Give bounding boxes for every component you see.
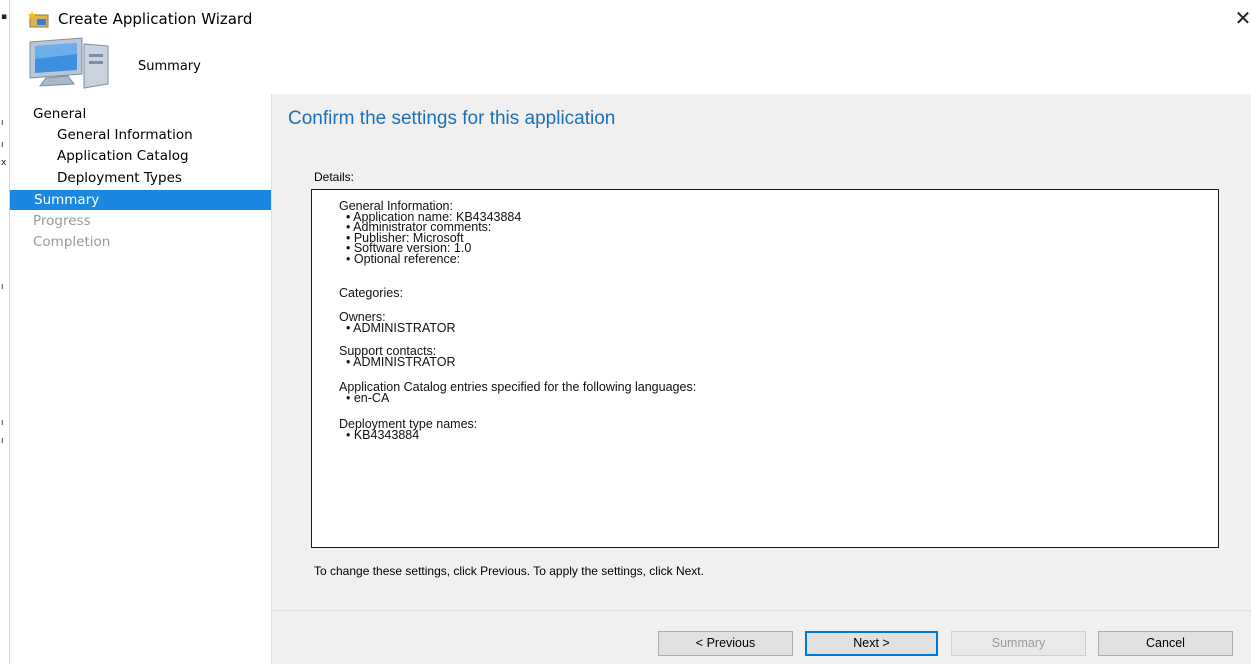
title-bar[interactable]: Create Application Wizard ✕ xyxy=(10,0,1251,36)
banner-title: Summary xyxy=(138,59,201,74)
nav-item-deployment-types[interactable]: Deployment Types xyxy=(57,168,182,188)
deployment-types-section: Deployment type names: • KB4343884 xyxy=(339,418,477,442)
section-header: Application Catalog entries specified fo… xyxy=(339,380,697,394)
computer-icon xyxy=(24,34,116,97)
detail-line: • KB4343884 xyxy=(346,427,420,442)
wizard-content: Confirm the settings for this applicatio… xyxy=(272,94,1251,664)
categories-section: Categories: xyxy=(339,286,403,300)
detail-line: • Optional reference: xyxy=(346,251,461,266)
page-heading: Confirm the settings for this applicatio… xyxy=(288,108,616,129)
nav-item-general[interactable]: General xyxy=(33,104,86,124)
divider xyxy=(272,610,1251,611)
detail-line: • en-CA xyxy=(346,390,390,405)
close-button[interactable]: ✕ xyxy=(1232,6,1251,30)
detail-line: • ADMINISTRATOR xyxy=(346,320,456,335)
window-title: Create Application Wizard xyxy=(58,10,253,28)
nav-item-progress: Progress xyxy=(33,213,91,229)
section-header: Categories: xyxy=(339,286,403,300)
detail-line: • ADMINISTRATOR xyxy=(346,354,456,369)
edge-glyph: ı xyxy=(1,282,4,292)
wizard-banner: Summary xyxy=(10,36,1251,94)
general-information-section: General Information: • Application name:… xyxy=(339,200,521,266)
edge-glyph: ▪ xyxy=(1,12,8,22)
wizard-app-icon xyxy=(28,10,50,33)
nav-item-completion: Completion xyxy=(33,234,111,250)
wizard-step-nav: General General Information Application … xyxy=(10,94,272,664)
catalog-languages-section: Application Catalog entries specified fo… xyxy=(339,380,697,405)
support-contacts-section: Support contacts: • ADMINISTRATOR xyxy=(339,345,456,369)
edge-glyph: x xyxy=(1,158,7,168)
nav-item-general-information[interactable]: General Information xyxy=(57,125,193,145)
details-textbox[interactable]: General Information: • Application name:… xyxy=(311,189,1219,548)
nav-item-application-catalog[interactable]: Application Catalog xyxy=(57,146,189,166)
background-window-edge: ▪ ı ı x ı ı ı xyxy=(0,0,10,664)
edge-glyph: ı xyxy=(1,118,4,128)
edge-glyph: ı xyxy=(1,436,4,446)
summary-button: Summary xyxy=(951,631,1086,656)
nav-item-summary[interactable]: Summary xyxy=(10,190,271,210)
close-icon: ✕ xyxy=(1234,6,1251,30)
cancel-button[interactable]: Cancel xyxy=(1098,631,1233,656)
owners-section: Owners: • ADMINISTRATOR xyxy=(339,311,456,335)
next-button[interactable]: Next > xyxy=(805,631,938,656)
edge-glyph: ı xyxy=(1,140,4,150)
previous-button[interactable]: < Previous xyxy=(658,631,793,656)
details-label: Details: xyxy=(314,170,355,184)
instruction-text: To change these settings, click Previous… xyxy=(314,564,704,578)
edge-glyph: ı xyxy=(1,418,4,428)
